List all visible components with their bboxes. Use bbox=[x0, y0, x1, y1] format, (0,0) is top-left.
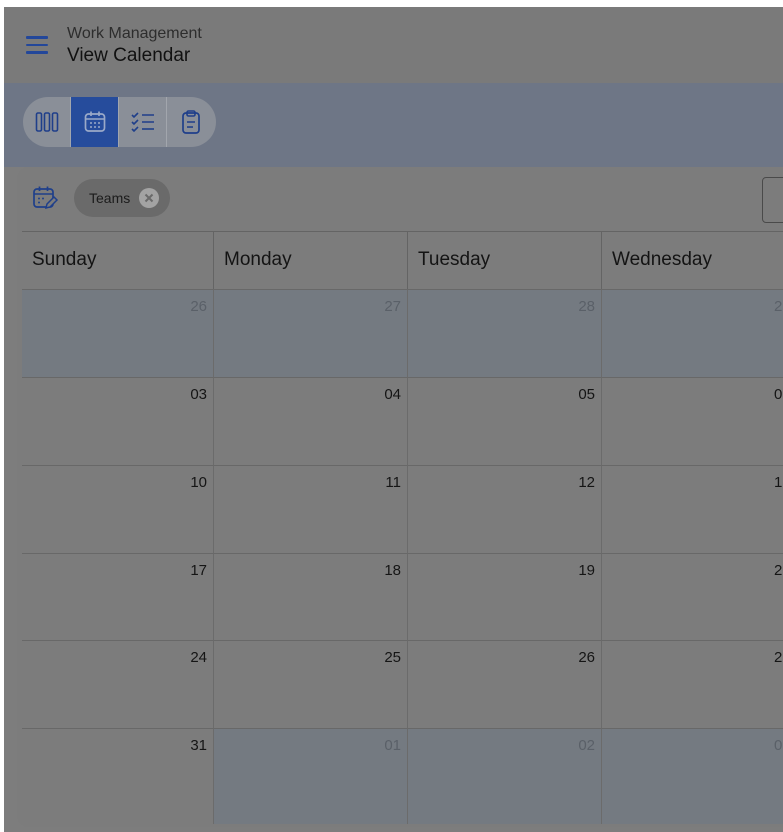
app-window: Work Management View Calendar Teams Sund… bbox=[4, 7, 783, 832]
day-number: 12 bbox=[578, 474, 595, 491]
day-number: 18 bbox=[384, 562, 401, 579]
day-number: 26 bbox=[190, 298, 207, 315]
toolbar-right-button[interactable]: ( bbox=[762, 177, 783, 223]
day-number: 02 bbox=[578, 737, 595, 754]
columns-icon bbox=[35, 112, 58, 132]
calendar-day-cell[interactable]: 25 bbox=[214, 640, 408, 728]
calendar-grid-icon bbox=[84, 111, 105, 132]
day-number: 01 bbox=[384, 737, 401, 754]
close-icon[interactable] bbox=[139, 188, 159, 208]
calendar-day-cell[interactable]: 11 bbox=[214, 465, 408, 553]
calendar-day-cell[interactable]: 31 bbox=[22, 728, 214, 824]
day-number: 04 bbox=[384, 386, 401, 403]
day-number: 27 bbox=[384, 298, 401, 315]
app-header: Work Management View Calendar bbox=[4, 7, 783, 83]
weekday-header-tuesday: Tuesday bbox=[408, 232, 602, 289]
day-number: 26 bbox=[578, 649, 595, 666]
filter-chip-label: Teams bbox=[89, 190, 131, 206]
day-number: 05 bbox=[578, 386, 595, 403]
calendar-day-cell[interactable]: 17 bbox=[22, 553, 214, 641]
calendar-day-cell[interactable]: 24 bbox=[22, 640, 214, 728]
calendar-edit-icon[interactable] bbox=[31, 184, 59, 212]
view-toolbar bbox=[4, 83, 783, 167]
calendar-day-cell[interactable]: 02 bbox=[408, 728, 602, 824]
day-number: 03 bbox=[774, 737, 783, 754]
calendar-day-cell[interactable]: 28 bbox=[408, 289, 602, 377]
day-number: 10 bbox=[190, 474, 207, 491]
clipboard-icon bbox=[182, 110, 200, 134]
calendar-day-cell[interactable]: 26 bbox=[22, 289, 214, 377]
day-number: 17 bbox=[190, 562, 207, 579]
board-view-button[interactable] bbox=[23, 97, 71, 147]
calendar-day-cell[interactable]: 27 bbox=[602, 640, 783, 728]
calendar-day-cell[interactable]: 19 bbox=[408, 553, 602, 641]
day-number: 13 bbox=[774, 474, 783, 491]
day-number: 28 bbox=[578, 298, 595, 315]
calendar-day-cell[interactable]: 04 bbox=[214, 377, 408, 465]
page-title: View Calendar bbox=[67, 45, 191, 66]
tasks-view-button[interactable] bbox=[167, 97, 215, 147]
calendar-view-button[interactable] bbox=[71, 97, 119, 147]
weekday-label: Sunday bbox=[32, 249, 97, 270]
day-number: 24 bbox=[190, 649, 207, 666]
filter-bar: Teams ( bbox=[17, 167, 783, 231]
filter-chip-teams: Teams bbox=[74, 179, 170, 217]
day-number: 03 bbox=[190, 386, 207, 403]
calendar-day-cell[interactable]: 29 bbox=[602, 289, 783, 377]
day-number: 31 bbox=[190, 737, 207, 754]
weekday-header-wednesday: Wednesday bbox=[602, 232, 783, 289]
weekday-header-sunday: Sunday bbox=[22, 232, 214, 289]
calendar-day-cell[interactable]: 10 bbox=[22, 465, 214, 553]
weekday-label: Tuesday bbox=[418, 249, 491, 270]
calendar-day-cell[interactable]: 27 bbox=[214, 289, 408, 377]
calendar-day-cell[interactable]: 20 bbox=[602, 553, 783, 641]
weekday-label: Wednesday bbox=[612, 249, 712, 270]
calendar-day-cell[interactable]: 06 bbox=[602, 377, 783, 465]
day-number: 29 bbox=[774, 298, 783, 315]
calendar-day-cell[interactable]: 05 bbox=[408, 377, 602, 465]
calendar-day-cell[interactable]: 18 bbox=[214, 553, 408, 641]
view-switcher bbox=[23, 97, 216, 147]
calendar-day-cell[interactable]: 03 bbox=[22, 377, 214, 465]
calendar-day-cell[interactable]: 26 bbox=[408, 640, 602, 728]
calendar-day-cell[interactable]: 01 bbox=[214, 728, 408, 824]
weekday-header-monday: Monday bbox=[214, 232, 408, 289]
day-number: 25 bbox=[384, 649, 401, 666]
app-name: Work Management bbox=[67, 25, 202, 42]
month-grid: Sunday Monday Tuesday Wednesday 26 27 28 29… bbox=[22, 231, 783, 824]
day-number: 11 bbox=[385, 474, 401, 491]
weekday-label: Monday bbox=[224, 249, 292, 270]
day-number: 20 bbox=[774, 562, 783, 579]
list-view-button[interactable] bbox=[119, 97, 167, 147]
calendar-card: Teams ( Sunday Monday Tuesday bbox=[17, 167, 783, 827]
hamburger-menu-icon[interactable] bbox=[26, 36, 48, 54]
calendar-day-cell[interactable]: 13 bbox=[602, 465, 783, 553]
day-number: 06 bbox=[774, 386, 783, 403]
day-number: 27 bbox=[774, 649, 783, 666]
calendar-day-cell[interactable]: 03 bbox=[602, 728, 783, 824]
day-number: 19 bbox=[578, 562, 595, 579]
checklist-icon bbox=[130, 112, 154, 133]
calendar-day-cell[interactable]: 12 bbox=[408, 465, 602, 553]
